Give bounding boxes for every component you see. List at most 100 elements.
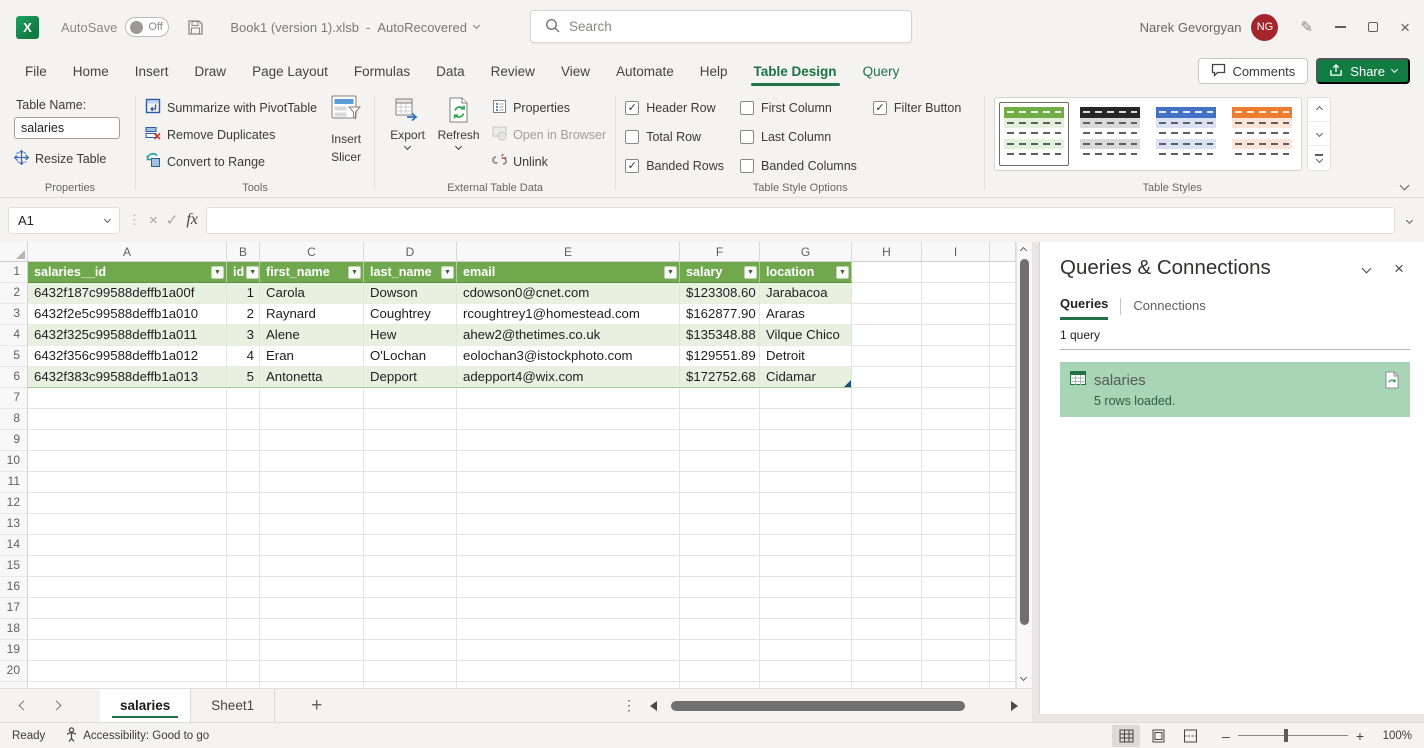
filter-button[interactable]: ▼ (441, 266, 454, 279)
grid-cell[interactable] (227, 472, 260, 493)
tab-table-design[interactable]: Table Design (741, 54, 850, 88)
filter-button[interactable]: ▼ (664, 266, 677, 279)
formula-input[interactable] (206, 207, 1395, 234)
row-number[interactable]: 17 (0, 598, 28, 619)
grid-cell[interactable] (364, 493, 457, 514)
gallery-down-button[interactable] (1308, 122, 1330, 146)
grid-cell[interactable] (760, 514, 852, 535)
tab-formulas[interactable]: Formulas (341, 54, 423, 88)
filter-button[interactable]: ▼ (348, 266, 361, 279)
grid-cell[interactable] (852, 598, 922, 619)
tab-draw[interactable]: Draw (182, 54, 240, 88)
grid-cell[interactable] (680, 598, 760, 619)
grid-cell[interactable] (760, 388, 852, 409)
row-number[interactable]: 15 (0, 556, 28, 577)
column-header-B[interactable]: B (227, 242, 260, 262)
zoom-slider[interactable] (1238, 735, 1348, 737)
grid-cell[interactable] (922, 409, 990, 430)
grid-cell[interactable] (28, 661, 227, 682)
grid-cell[interactable] (990, 409, 1016, 430)
grid-cell[interactable]: 2 (227, 304, 260, 325)
grid-cell[interactable] (760, 598, 852, 619)
grid-cell[interactable] (227, 640, 260, 661)
accessibility-status[interactable]: Accessibility: Good to go (65, 727, 209, 745)
grid-cell[interactable] (680, 472, 760, 493)
convert-to-range-button[interactable]: Convert to Range (145, 149, 317, 174)
grid-cell[interactable] (227, 619, 260, 640)
row-number[interactable]: 2 (0, 283, 28, 304)
panel-collapse-icon[interactable] (1362, 263, 1372, 273)
export-button[interactable]: Export (384, 95, 431, 174)
grid-cell[interactable] (364, 556, 457, 577)
summarize-with-pivottable-button[interactable]: Summarize with PivotTable (145, 95, 317, 120)
tab-automate[interactable]: Automate (603, 54, 687, 88)
normal-view-button[interactable] (1112, 725, 1140, 747)
grid-cell[interactable] (457, 535, 680, 556)
grid-cell[interactable]: Eran (260, 346, 364, 367)
resize-table-button[interactable]: Resize Table (14, 146, 126, 171)
grid-cell[interactable] (990, 640, 1016, 661)
zoom-slider-handle[interactable] (1284, 729, 1288, 742)
grid-cell[interactable] (990, 346, 1016, 367)
remove-duplicates-button[interactable]: Remove Duplicates (145, 122, 317, 147)
tab-file[interactable]: File (12, 54, 60, 88)
grid-cell[interactable] (457, 388, 680, 409)
grid-cell[interactable]: Alene (260, 325, 364, 346)
avatar[interactable]: NG (1251, 14, 1278, 41)
page-layout-view-button[interactable] (1144, 725, 1172, 747)
grid-cell[interactable] (990, 451, 1016, 472)
grid-cell[interactable] (922, 325, 990, 346)
grid-cell[interactable] (680, 514, 760, 535)
status-mode[interactable]: Ready (12, 730, 45, 742)
grid-cell[interactable] (260, 409, 364, 430)
grid-cell[interactable] (922, 598, 990, 619)
panel-tab-connections[interactable]: Connections (1133, 298, 1205, 319)
first-column-checkbox[interactable]: First Column (740, 97, 857, 118)
column-header-partial[interactable] (990, 242, 1016, 262)
grid-cell[interactable] (922, 346, 990, 367)
grid-cell[interactable] (922, 283, 990, 304)
grid-cell[interactable] (457, 556, 680, 577)
grid-cell[interactable]: 4 (227, 346, 260, 367)
grid-cell[interactable] (922, 262, 990, 283)
pen-icon[interactable]: ✎ (1300, 18, 1313, 36)
vertical-scrollbar-thumb[interactable] (1020, 259, 1029, 625)
zoom-level[interactable]: 100% (1368, 730, 1412, 742)
grid-cell[interactable] (227, 493, 260, 514)
grid-cell[interactable] (227, 430, 260, 451)
row-number[interactable]: 18 (0, 619, 28, 640)
grid-cell[interactable]: $172752.68 (680, 367, 760, 388)
grid-cell[interactable] (260, 556, 364, 577)
grid-cell[interactable] (227, 598, 260, 619)
column-header-F[interactable]: F (680, 242, 760, 262)
header-row-checkbox[interactable]: ✓Header Row (625, 97, 724, 118)
grid-cell[interactable]: rcoughtrey1@homestead.com (457, 304, 680, 325)
filter-button[interactable]: ▼ (836, 266, 849, 279)
grid-cell[interactable] (227, 514, 260, 535)
grid-cell[interactable] (364, 451, 457, 472)
grid-cell[interactable] (852, 304, 922, 325)
grid-cell[interactable] (990, 577, 1016, 598)
grid-cell[interactable]: Coughtrey (364, 304, 457, 325)
grid-cell[interactable] (680, 388, 760, 409)
column-header-A[interactable]: A (28, 242, 227, 262)
row-number[interactable]: 13 (0, 514, 28, 535)
grid-cell[interactable] (680, 661, 760, 682)
grid-cell[interactable] (260, 430, 364, 451)
grid-cell[interactable] (852, 367, 922, 388)
insert-function-icon[interactable]: fx (186, 211, 198, 229)
grid-cell[interactable] (922, 535, 990, 556)
grid-cell[interactable] (28, 451, 227, 472)
grid-cell[interactable]: $135348.88 (680, 325, 760, 346)
grid-cell[interactable] (28, 535, 227, 556)
grid-cell[interactable] (680, 619, 760, 640)
grid-cell[interactable] (457, 619, 680, 640)
grid-cell[interactable] (227, 661, 260, 682)
banded-rows-checkbox[interactable]: ✓Banded Rows (625, 155, 724, 176)
grid-cell[interactable] (457, 661, 680, 682)
zoom-in-button[interactable]: + (1356, 728, 1364, 744)
grid-cell[interactable] (28, 514, 227, 535)
grid-cell[interactable] (260, 598, 364, 619)
tab-data[interactable]: Data (423, 54, 478, 88)
grid-cell[interactable] (990, 493, 1016, 514)
